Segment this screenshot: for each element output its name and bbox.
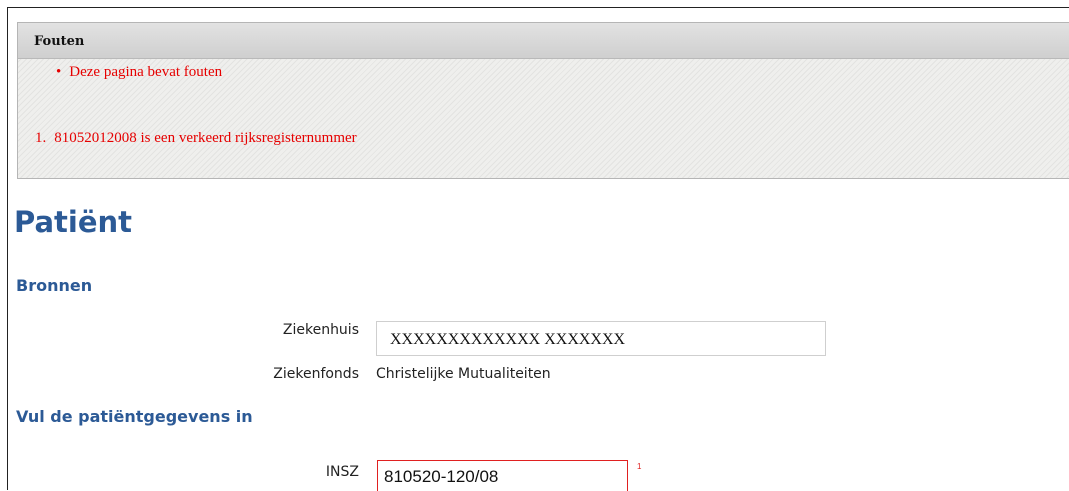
bullet-icon: • xyxy=(56,64,62,80)
insz-label: INSZ xyxy=(325,464,359,480)
error-panel: Fouten xyxy=(17,22,1069,179)
insz-field[interactable]: 810520-120/08 xyxy=(377,460,628,491)
error-item-text: 81052012008 is een verkeerd rijksregiste… xyxy=(54,130,357,146)
ziekenfonds-value: Christelijke Mutualiteiten xyxy=(376,366,551,382)
error-item[interactable]: 1. 81052012008 is een verkeerd rijksregis… xyxy=(35,130,357,147)
error-item-number: 1. xyxy=(35,130,47,146)
ziekenhuis-label: Ziekenhuis xyxy=(282,322,359,338)
page-title: Patiënt xyxy=(14,205,133,239)
error-summary: • Deze pagina bevat fouten xyxy=(56,64,222,81)
section-title-patient: Vul de patiëntgegevens in xyxy=(16,407,253,426)
ziekenfonds-label: Ziekenfonds xyxy=(273,366,359,382)
section-title-bronnen: Bronnen xyxy=(16,276,93,295)
error-summary-text: Deze pagina bevat fouten xyxy=(69,64,223,80)
insz-error-marker: 1 xyxy=(637,462,642,471)
ziekenhuis-field[interactable]: XXXXXXXXXXXXX XXXXXXX xyxy=(376,321,826,356)
error-panel-header: Fouten xyxy=(18,23,1069,59)
